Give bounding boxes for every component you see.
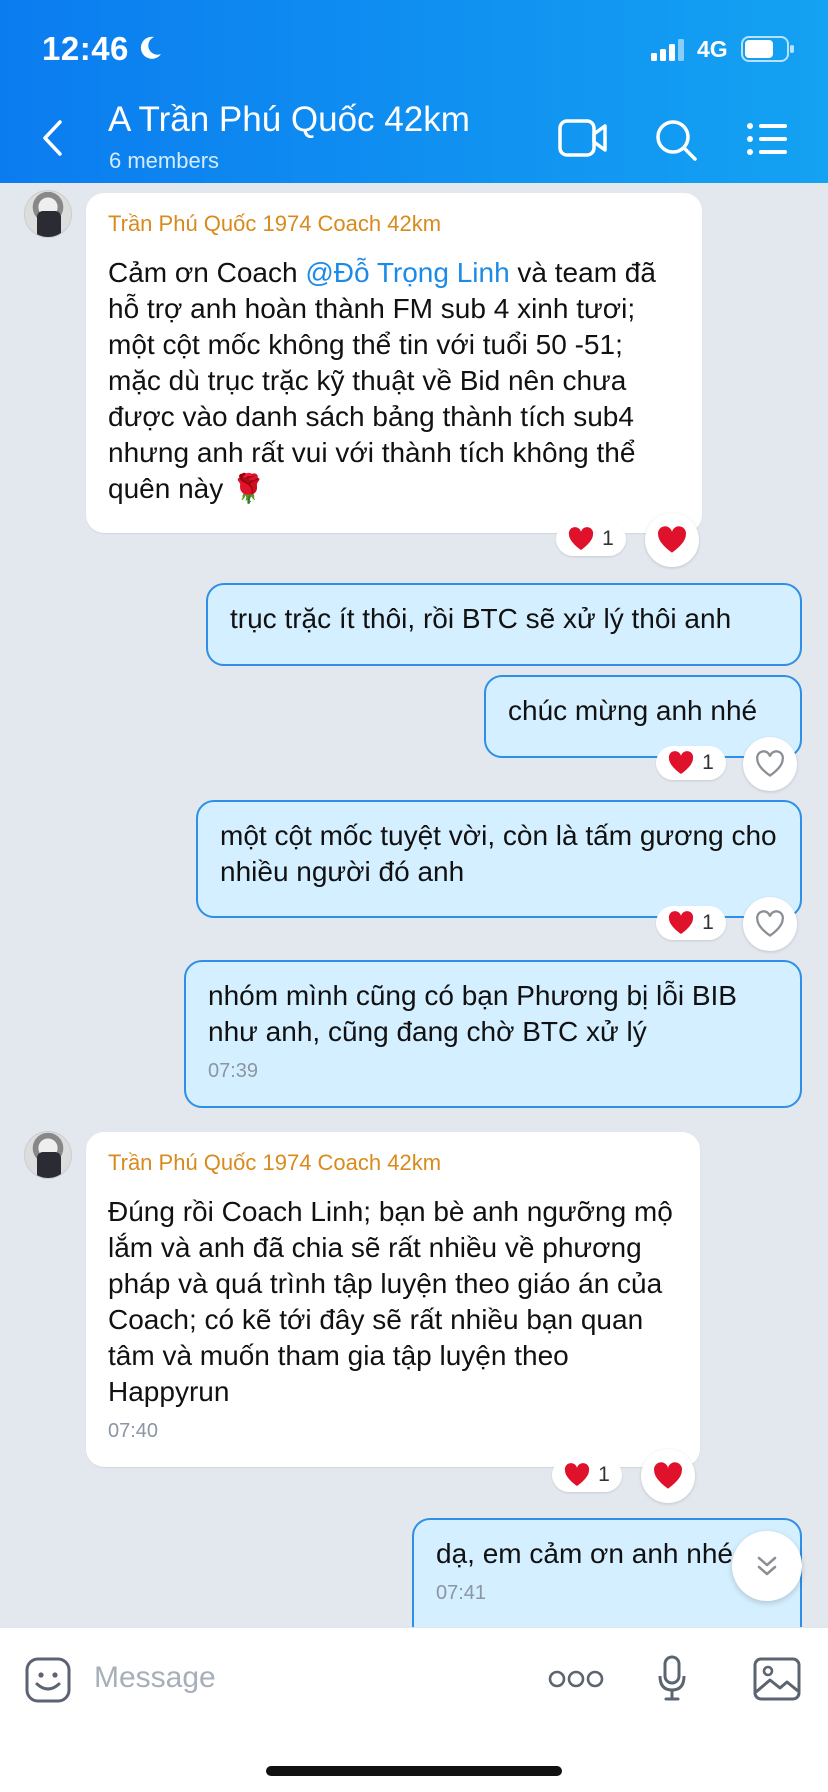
- mention-link[interactable]: @Đỗ Trọng Linh: [305, 257, 509, 288]
- image-gallery-icon[interactable]: [752, 1656, 802, 1702]
- message-time: 07:39: [208, 1060, 259, 1082]
- message-bubble-outgoing[interactable]: một cột mốc tuyệt vời, còn là tấm gương …: [196, 800, 802, 918]
- react-heart-button[interactable]: [743, 737, 797, 791]
- message-bubble-outgoing[interactable]: nhóm mình cũng có bạn Phương bị lỗi BIB …: [184, 960, 802, 1108]
- search-icon[interactable]: [654, 118, 698, 162]
- message-text-part: và team đã hỗ trợ anh hoàn thành FM sub …: [108, 257, 656, 504]
- heart-icon: [569, 527, 594, 550]
- heart-outline-icon: [756, 910, 784, 937]
- microphone-icon[interactable]: [657, 1654, 687, 1702]
- heart-icon: [669, 751, 694, 774]
- reaction-count: 1: [598, 1463, 610, 1486]
- message-input[interactable]: [94, 1654, 514, 1702]
- group-title[interactable]: A Trần Phú Quốc 42km: [108, 100, 470, 140]
- message-bubble-outgoing[interactable]: trục trặc ít thôi, rồi BTC sẽ xử lý thôi…: [206, 583, 802, 666]
- battery-icon: [741, 36, 794, 62]
- reaction-summary[interactable]: 1: [556, 522, 626, 556]
- network-type: 4G: [697, 36, 728, 62]
- chat-header: 12:46 4G A Trần Phú Quốc 42km 6 members: [0, 0, 828, 183]
- reaction-summary[interactable]: 1: [656, 746, 726, 780]
- signal-icon: [651, 39, 684, 61]
- home-indicator: [266, 1766, 562, 1776]
- video-call-icon[interactable]: [558, 117, 608, 159]
- sender-name[interactable]: Trần Phú Quốc 1974 Coach 42km: [108, 1150, 678, 1176]
- reaction-count: 1: [702, 911, 714, 934]
- react-heart-button[interactable]: [645, 513, 699, 567]
- message-text: dạ, em cảm ơn anh nhé: [436, 1538, 733, 1569]
- message-text: trục trặc ít thôi, rồi BTC sẽ xử lý thôi…: [230, 603, 732, 634]
- message-bubble-incoming[interactable]: Trần Phú Quốc 1974 Coach 42km Đúng rồi C…: [86, 1132, 700, 1467]
- heart-icon: [565, 1463, 590, 1486]
- reaction-count: 1: [702, 751, 714, 774]
- message-text: một cột mốc tuyệt vời, còn là tấm gương …: [220, 820, 777, 887]
- react-heart-button[interactable]: [743, 897, 797, 951]
- message-text: Cảm ơn Coach @Đỗ Trọng Linh và team đã h…: [108, 255, 680, 507]
- reaction-count: 1: [602, 527, 614, 550]
- message-text: Đúng rồi Coach Linh; bạn bè anh ngưỡng m…: [108, 1196, 673, 1407]
- react-heart-button[interactable]: [641, 1449, 695, 1503]
- message-bubble-incoming[interactable]: Trần Phú Quốc 1974 Coach 42km Cảm ơn Coa…: [86, 193, 702, 533]
- heart-icon: [669, 911, 694, 934]
- double-chevron-down-icon: [757, 1556, 777, 1576]
- message-time: 07:41: [436, 1582, 487, 1604]
- menu-icon[interactable]: [746, 121, 788, 157]
- message-composer: [0, 1627, 828, 1792]
- heart-outline-icon: [756, 750, 784, 777]
- message-time: 07:40: [108, 1420, 159, 1442]
- avatar[interactable]: [24, 190, 72, 238]
- avatar[interactable]: [24, 1131, 72, 1179]
- reaction-summary[interactable]: 1: [656, 906, 726, 940]
- status-time: 12:46: [42, 30, 129, 67]
- sender-name[interactable]: Trần Phú Quốc 1974 Coach 42km: [108, 211, 680, 237]
- message-text: chúc mừng anh nhé: [508, 695, 758, 726]
- group-member-count[interactable]: 6 members: [109, 148, 219, 174]
- moon-icon: [140, 36, 161, 59]
- scroll-to-bottom-button[interactable]: [732, 1531, 802, 1601]
- heart-filled-icon: [658, 526, 686, 553]
- sticker-icon[interactable]: [24, 1656, 72, 1704]
- rose-emoji: 🌹: [231, 473, 266, 504]
- message-text: nhóm mình cũng có bạn Phương bị lỗi BIB …: [208, 980, 737, 1047]
- back-arrow-icon[interactable]: [40, 118, 64, 158]
- message-text-part: Cảm ơn Coach: [108, 257, 306, 288]
- more-options-icon[interactable]: [548, 1668, 604, 1690]
- heart-filled-icon: [654, 1462, 682, 1489]
- reaction-summary[interactable]: 1: [552, 1458, 622, 1492]
